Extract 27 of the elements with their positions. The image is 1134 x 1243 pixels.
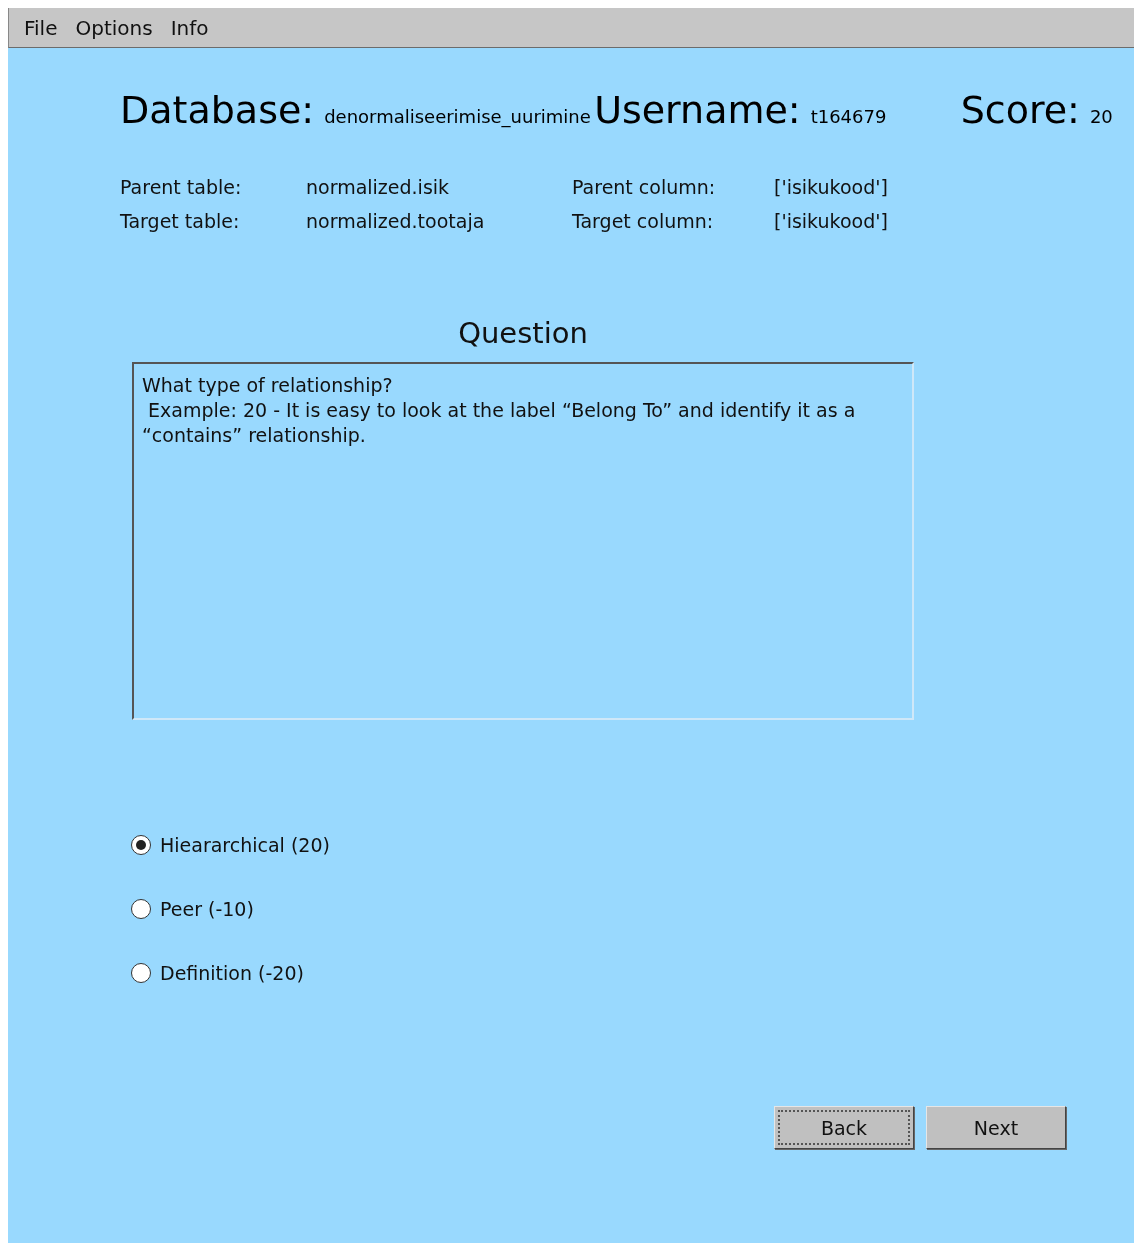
question-title: Question: [457, 316, 589, 350]
field-label: Score:: [960, 88, 1080, 132]
nav-button[interactable]: Back: [774, 1106, 914, 1149]
field-value: t164679: [810, 106, 888, 127]
field-value: normalized.isik: [306, 176, 451, 198]
option-label: Definition (-20): [160, 962, 304, 984]
radio-button[interactable]: [131, 963, 151, 983]
question-text-box: What type of relationship? Example: 20 - It is easy to look at the label “Belong To” and identify it as a “contains” relationship.: [132, 362, 914, 720]
field-label: Target table:: [120, 210, 241, 232]
field-label: Parent column:: [572, 176, 717, 198]
radio-button[interactable]: [131, 835, 151, 855]
menu-item[interactable]: Info: [163, 17, 216, 38]
nav-button[interactable]: Next: [926, 1106, 1066, 1149]
field-value: normalized.tootaja: [306, 210, 486, 232]
menu-item[interactable]: File: [17, 17, 65, 38]
field-value: denormaliseerimise_uurimine: [324, 106, 592, 127]
radio-button[interactable]: [131, 899, 151, 919]
field-value: ['isikukood']: [774, 176, 889, 198]
option-label: Peer (-10): [160, 898, 254, 920]
menu-item[interactable]: Options: [68, 17, 160, 38]
option-label: Hieararchical (20): [160, 834, 330, 856]
field-value: 20: [1089, 106, 1113, 127]
field-value: ['isikukood']: [774, 210, 889, 232]
field-label: Username:: [594, 88, 801, 132]
field-label: Parent table:: [120, 176, 243, 198]
field-label: Target column:: [572, 210, 715, 232]
field-label: Database:: [120, 88, 315, 132]
